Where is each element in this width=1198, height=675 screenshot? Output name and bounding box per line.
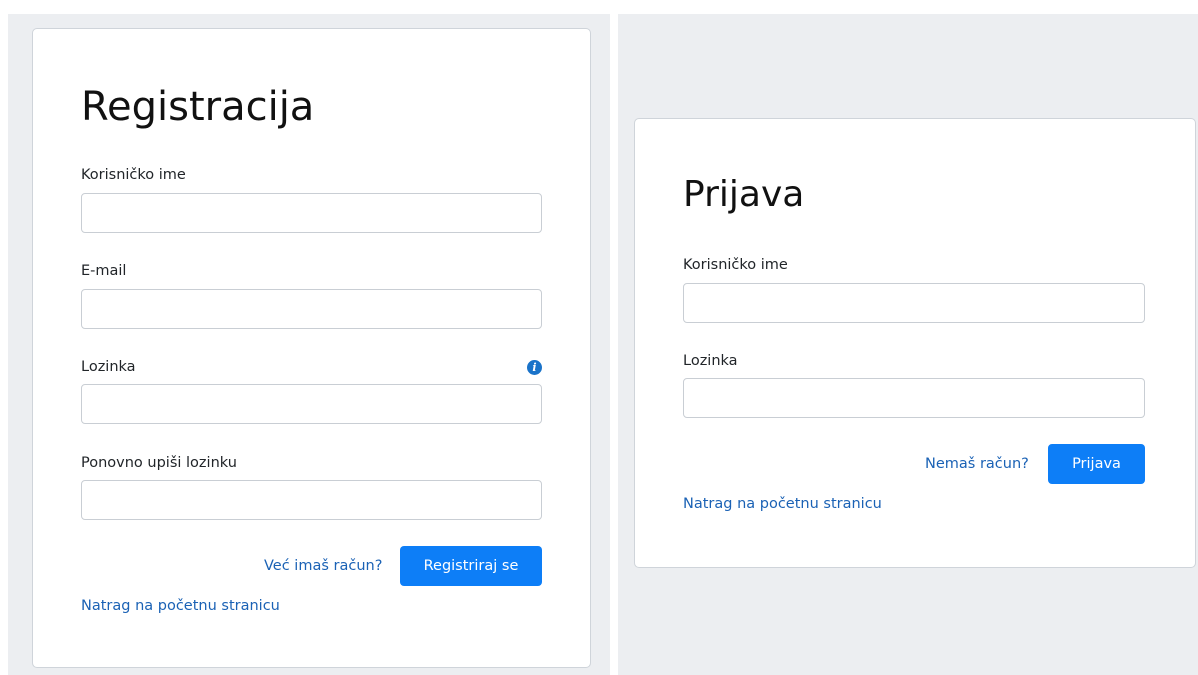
- login-panel: Prijava Korisničko ime Lozinka Nemaš rač…: [618, 14, 1198, 675]
- registration-repeat-password-label: Ponovno upiši lozinku: [81, 455, 237, 471]
- registration-panel: Registracija Korisničko ime E-mail Lozin…: [8, 14, 610, 675]
- login-password-label: Lozinka: [683, 353, 738, 369]
- registration-card: Registracija Korisničko ime E-mail Lozin…: [32, 28, 591, 668]
- registration-repeat-password-input[interactable]: [81, 480, 542, 520]
- register-button[interactable]: Registriraj se: [400, 546, 542, 586]
- screen: Registracija Korisničko ime E-mail Lozin…: [0, 0, 1198, 675]
- registration-password-label: Lozinka: [81, 359, 136, 375]
- login-back-home-link[interactable]: Natrag na početnu stranicu: [683, 496, 882, 512]
- registration-password-input[interactable]: [81, 384, 542, 424]
- registration-email-label: E-mail: [81, 263, 127, 279]
- login-card: Prijava Korisničko ime Lozinka Nemaš rač…: [634, 118, 1196, 568]
- info-circle-icon[interactable]: i: [527, 360, 542, 375]
- login-button[interactable]: Prijava: [1048, 444, 1145, 484]
- already-have-account-link[interactable]: Već imaš račun?: [264, 558, 382, 574]
- login-username-label: Korisničko ime: [683, 257, 788, 273]
- registration-username-input[interactable]: [81, 193, 542, 233]
- login-password-input[interactable]: [683, 378, 1145, 418]
- registration-email-input[interactable]: [81, 289, 542, 329]
- registration-title: Registracija: [81, 84, 315, 130]
- registration-back-home-link[interactable]: Natrag na početnu stranicu: [81, 598, 280, 614]
- no-account-link[interactable]: Nemaš račun?: [925, 456, 1029, 472]
- login-username-input[interactable]: [683, 283, 1145, 323]
- registration-username-label: Korisničko ime: [81, 167, 186, 183]
- login-title: Prijava: [683, 174, 805, 215]
